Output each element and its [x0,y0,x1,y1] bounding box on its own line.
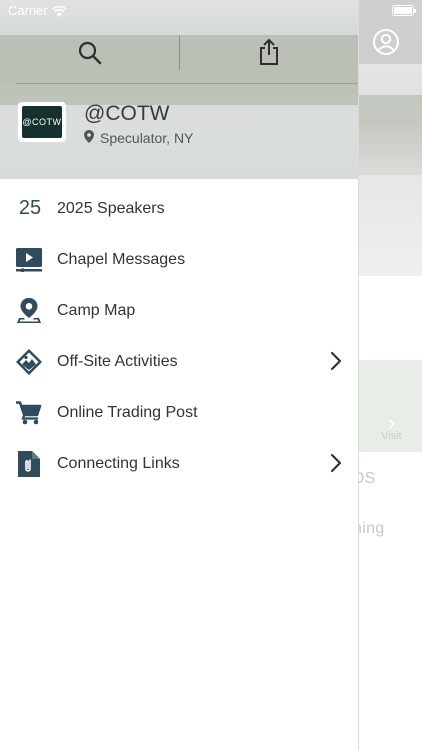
menu-item-off-site-activities[interactable]: Off-Site Activities [0,336,358,387]
menu-item-label: Off-Site Activities [57,352,178,370]
org-location-text: Speculator, NY [100,130,194,146]
org-name: @COTW [84,102,170,125]
menu-item-label: Camp Map [57,301,136,319]
wifi-icon [52,4,67,22]
photo-icon [16,348,42,375]
org-location: Speculator, NY [84,130,193,146]
drawer-header: @COTW @COTW Speculator, NY [0,0,358,179]
chevron-right-icon [330,351,342,371]
menu-item-chapel-messages[interactable]: Chapel Messages [0,234,358,285]
menu-item-label: Chapel Messages [57,250,186,268]
org-logo-text: @COTW [22,106,62,138]
location-pin-icon [84,130,94,146]
header-divider [16,83,358,84]
video-icon [16,247,42,273]
map-pin-icon [16,297,42,324]
search-icon[interactable] [77,40,103,66]
menu-item-label: Online Trading Post [57,403,198,421]
header-toolbar [0,30,358,80]
menu-item-label: Connecting Links [57,454,180,472]
menu-item-connecting-links[interactable]: Connecting Links [0,438,358,489]
share-icon[interactable] [257,38,281,66]
menu-item-camp-map[interactable]: Camp Map [0,285,358,336]
carrier-label: Carrier [8,3,48,18]
status-bar: Carrier [0,0,422,22]
document-clip-icon [16,450,42,477]
toolbar-divider [179,36,180,70]
battery-icon [392,5,416,16]
side-drawer: @COTW @COTW Speculator, NY 25 2025 Speak… [0,0,359,750]
chevron-right-icon [330,453,342,473]
background-card-label: Visit [381,430,402,442]
org-logo: @COTW [18,102,66,142]
cart-icon [16,400,42,426]
drawer-menu: 25 2025 Speakers Chapel Messages Camp Ma… [0,183,358,489]
app-screen: › Visit ODS y dining [0,0,422,750]
menu-item-online-trading-post[interactable]: Online Trading Post [0,387,358,438]
menu-item-speakers[interactable]: 25 2025 Speakers [0,183,358,234]
profile-icon[interactable] [372,28,400,56]
number-icon: 25 [18,197,42,219]
menu-item-label: 2025 Speakers [57,199,165,217]
